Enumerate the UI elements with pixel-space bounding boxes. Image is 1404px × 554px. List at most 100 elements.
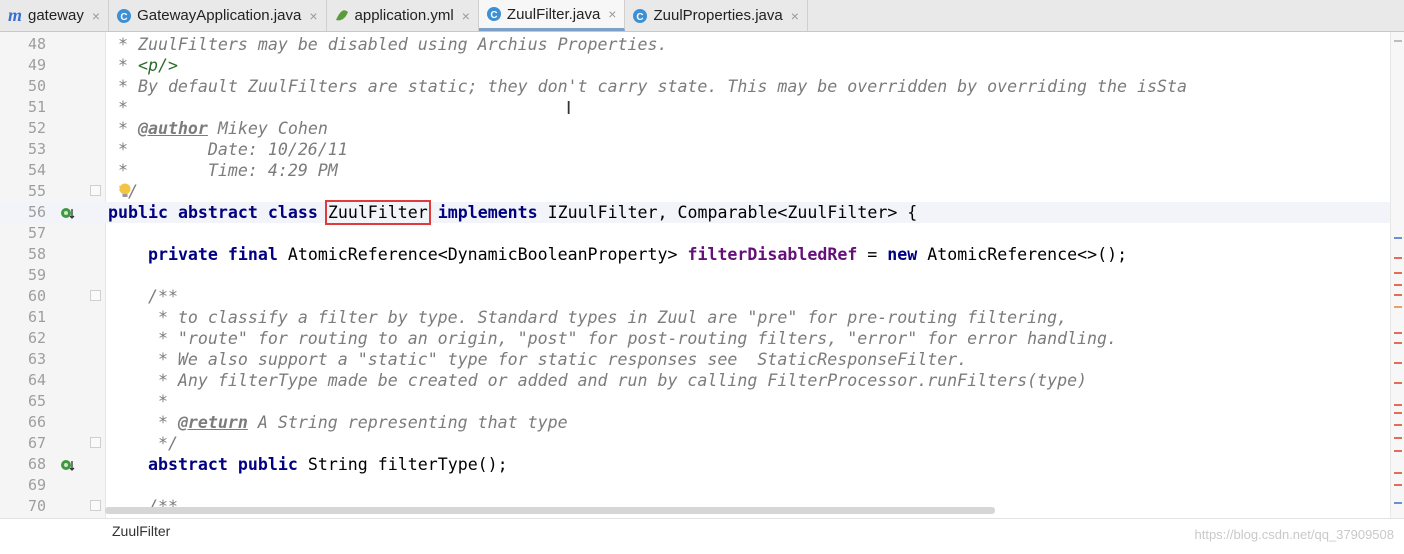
code-text: * @return A String representing that typ… bbox=[108, 413, 568, 432]
horizontal-scrollbar[interactable] bbox=[105, 507, 995, 514]
fold-marker-icon[interactable] bbox=[90, 437, 101, 448]
tab-2[interactable]: application.yml × bbox=[327, 0, 479, 31]
code-line[interactable]: 67 */ bbox=[0, 433, 1390, 454]
breadcrumb[interactable]: ZuulFilter bbox=[0, 518, 1404, 543]
code-text: /** bbox=[108, 287, 178, 306]
code-line[interactable]: 52 * @author Mikey Cohen bbox=[0, 118, 1390, 139]
code-text: * bbox=[108, 98, 128, 117]
line-number: 50 bbox=[27, 77, 46, 95]
code-line[interactable]: 66 * @return A String representing that … bbox=[0, 412, 1390, 433]
close-icon[interactable]: × bbox=[92, 8, 100, 24]
code-text: * @author Mikey Cohen bbox=[108, 119, 328, 138]
fold-marker-icon[interactable] bbox=[90, 185, 101, 196]
line-number: 67 bbox=[27, 434, 46, 452]
java-class-icon: C bbox=[631, 7, 649, 25]
stripe-marker[interactable] bbox=[1394, 306, 1402, 308]
code-text: * Any filterType made be created or adde… bbox=[108, 371, 1088, 390]
stripe-marker[interactable] bbox=[1394, 412, 1402, 414]
stripe-marker[interactable] bbox=[1394, 272, 1402, 274]
code-line[interactable]: 63 * We also support a "static" type for… bbox=[0, 349, 1390, 370]
svg-text:C: C bbox=[637, 12, 644, 23]
line-number: 68 bbox=[27, 455, 46, 473]
implementations-icon[interactable] bbox=[60, 457, 75, 472]
stripe-marker[interactable] bbox=[1394, 284, 1402, 286]
code-line[interactable]: 59 bbox=[0, 265, 1390, 286]
line-number: 63 bbox=[27, 350, 46, 368]
code-line[interactable]: 62 * "route" for routing to an origin, "… bbox=[0, 328, 1390, 349]
fold-marker-icon[interactable] bbox=[90, 500, 101, 511]
code-line[interactable]: 61 * to classify a filter by type. Stand… bbox=[0, 307, 1390, 328]
line-number: 59 bbox=[27, 266, 46, 284]
code-line[interactable]: 65 * bbox=[0, 391, 1390, 412]
code-line[interactable]: 68 abstract public String filterType(); bbox=[0, 454, 1390, 475]
code-line[interactable]: 51 * bbox=[0, 97, 1390, 118]
svg-text:C: C bbox=[490, 10, 497, 21]
line-number: 62 bbox=[27, 329, 46, 347]
code-text: private final AtomicReference<DynamicBoo… bbox=[147, 245, 1128, 264]
code-line[interactable]: 69 bbox=[0, 475, 1390, 496]
line-number: 61 bbox=[27, 308, 46, 326]
stripe-marker[interactable] bbox=[1394, 437, 1402, 439]
editor-tab-bar: m gateway × C GatewayApplication.java × applic… bbox=[0, 0, 1404, 32]
code-line[interactable]: 58 private final AtomicReference<Dynamic… bbox=[0, 244, 1390, 265]
stripe-marker[interactable] bbox=[1394, 40, 1402, 42]
error-stripe[interactable] bbox=[1390, 32, 1404, 518]
stripe-marker[interactable] bbox=[1394, 382, 1402, 384]
line-number: 56 bbox=[27, 203, 46, 221]
stripe-marker[interactable] bbox=[1394, 332, 1402, 334]
stripe-marker[interactable] bbox=[1394, 404, 1402, 406]
text-cursor-icon: I bbox=[566, 98, 572, 119]
line-number: 69 bbox=[27, 476, 46, 494]
stripe-marker[interactable] bbox=[1394, 257, 1402, 259]
tab-1[interactable]: C GatewayApplication.java × bbox=[109, 0, 327, 31]
implemented-icon[interactable] bbox=[60, 205, 75, 220]
line-number: 53 bbox=[27, 140, 46, 158]
tab-label: ZuulFilter.java bbox=[506, 5, 601, 23]
code-line[interactable]: 57 bbox=[0, 223, 1390, 244]
stripe-marker[interactable] bbox=[1394, 237, 1402, 239]
tab-3[interactable]: C ZuulFilter.java × bbox=[478, 0, 626, 31]
code-line[interactable]: 64 * Any filterType made be created or a… bbox=[0, 370, 1390, 391]
close-icon[interactable]: × bbox=[309, 8, 317, 24]
code-text: * Time: 4:29 PM bbox=[108, 161, 338, 180]
code-text: */ bbox=[108, 434, 178, 453]
breadcrumb-item[interactable]: ZuulFilter bbox=[112, 523, 170, 539]
stripe-marker[interactable] bbox=[1394, 294, 1402, 296]
code-text: abstract public String filterType(); bbox=[147, 455, 508, 474]
tab-4[interactable]: C ZuulProperties.java × bbox=[625, 0, 808, 31]
code-line[interactable]: 56 public abstract class ZuulFilter imple… bbox=[0, 200, 1390, 225]
code-line[interactable]: 49 * <p/> bbox=[0, 55, 1390, 76]
stripe-marker[interactable] bbox=[1394, 424, 1402, 426]
stripe-marker[interactable] bbox=[1394, 484, 1402, 486]
stripe-marker[interactable] bbox=[1394, 362, 1402, 364]
line-number: 65 bbox=[27, 392, 46, 410]
line-number: 57 bbox=[27, 224, 46, 242]
fold-marker-icon[interactable] bbox=[90, 290, 101, 301]
code-line[interactable]: 54 * Time: 4:29 PM bbox=[0, 160, 1390, 181]
code-line[interactable]: 48 * ZuulFilters may be disabled using A… bbox=[0, 34, 1390, 55]
close-icon[interactable]: × bbox=[462, 8, 470, 24]
line-number: 66 bbox=[27, 413, 46, 431]
line-number: 64 bbox=[27, 371, 46, 389]
tab-0[interactable]: m gateway × bbox=[0, 0, 110, 31]
code-line[interactable]: 53 * Date: 10/26/11 bbox=[0, 139, 1390, 160]
code-line[interactable]: 60 /** bbox=[0, 286, 1390, 307]
code-editor[interactable]: 48 * ZuulFilters may be disabled using A… bbox=[0, 32, 1390, 518]
close-icon[interactable]: × bbox=[791, 8, 799, 24]
line-number: 70 bbox=[27, 497, 46, 515]
tab-label: application.yml bbox=[354, 7, 454, 24]
line-number: 58 bbox=[27, 245, 46, 263]
code-text: * By default ZuulFilters are static; the… bbox=[108, 77, 1187, 96]
line-number: 54 bbox=[27, 161, 46, 179]
java-class-icon: C bbox=[485, 5, 503, 23]
code-text: * to classify a filter by type. Standard… bbox=[108, 308, 1068, 327]
code-line[interactable]: 55 */ bbox=[0, 181, 1390, 202]
tab-label: gateway bbox=[28, 7, 84, 24]
stripe-marker[interactable] bbox=[1394, 472, 1402, 474]
stripe-marker[interactable] bbox=[1394, 342, 1402, 344]
close-icon[interactable]: × bbox=[608, 6, 616, 22]
code-line[interactable]: 50 * By default ZuulFilters are static; … bbox=[0, 76, 1390, 97]
stripe-marker[interactable] bbox=[1394, 450, 1402, 452]
stripe-marker[interactable] bbox=[1394, 502, 1402, 504]
code-text: * Date: 10/26/11 bbox=[108, 140, 348, 159]
